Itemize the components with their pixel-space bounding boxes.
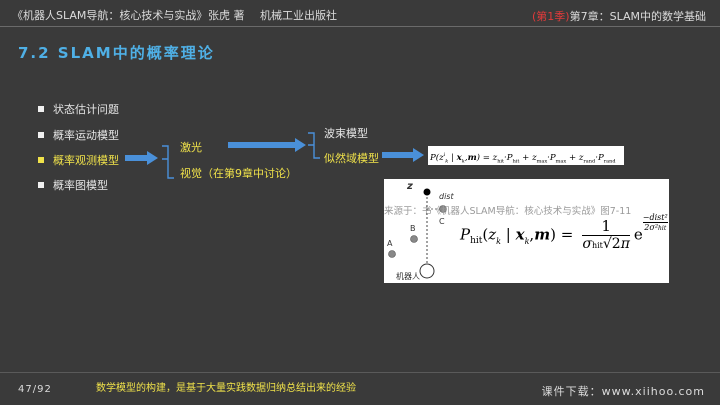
footer-divider xyxy=(0,372,720,373)
likelihood-figure: z dist C B A 机器人 来源于：书《机器人SLAM导航：核心技术与实战… xyxy=(384,179,669,283)
dist-label: dist xyxy=(439,192,454,201)
measurement-point xyxy=(423,188,431,196)
obstacle-b xyxy=(410,235,418,243)
point-a-label: A xyxy=(387,239,393,248)
point-c-label: C xyxy=(439,217,445,226)
z-label: z xyxy=(407,181,413,192)
bracket-2 xyxy=(308,132,320,159)
arrow-to-models xyxy=(228,138,306,152)
vision-label: 视觉（在第9章中讨论） xyxy=(180,167,297,180)
robot-circle xyxy=(419,263,435,279)
arrow-to-sensors xyxy=(125,151,158,165)
arrow-to-formula xyxy=(382,148,424,162)
beam-model-label: 波束模型 xyxy=(324,127,368,140)
robot-label: 机器人 xyxy=(396,272,420,281)
figure-source: 来源于：书《机器人SLAM导航：核心技术与实战》图7-11 xyxy=(384,206,632,217)
download-link[interactable]: 课件下载：www.xiihoo.com xyxy=(542,383,705,399)
point-b-label: B xyxy=(410,224,416,233)
phit-formula: Phit(zk | xk,m) = 1 σhit√2π e −dist² 2σ²hi… xyxy=(460,213,668,252)
page-number: 47/92 xyxy=(18,384,52,395)
likelihood-field-label: 似然域模型 xyxy=(324,152,379,165)
bracket-1 xyxy=(162,145,174,179)
obstacle-a xyxy=(388,250,396,258)
footer-note: 数学模型的构建，是基于大量实践数据归纳总结出来的经验 xyxy=(96,383,356,394)
likelihood-formula: P(zik | xk,m) = zhit·Phit + zmax·Pmax + … xyxy=(428,146,624,165)
laser-label: 激光 xyxy=(180,141,202,154)
